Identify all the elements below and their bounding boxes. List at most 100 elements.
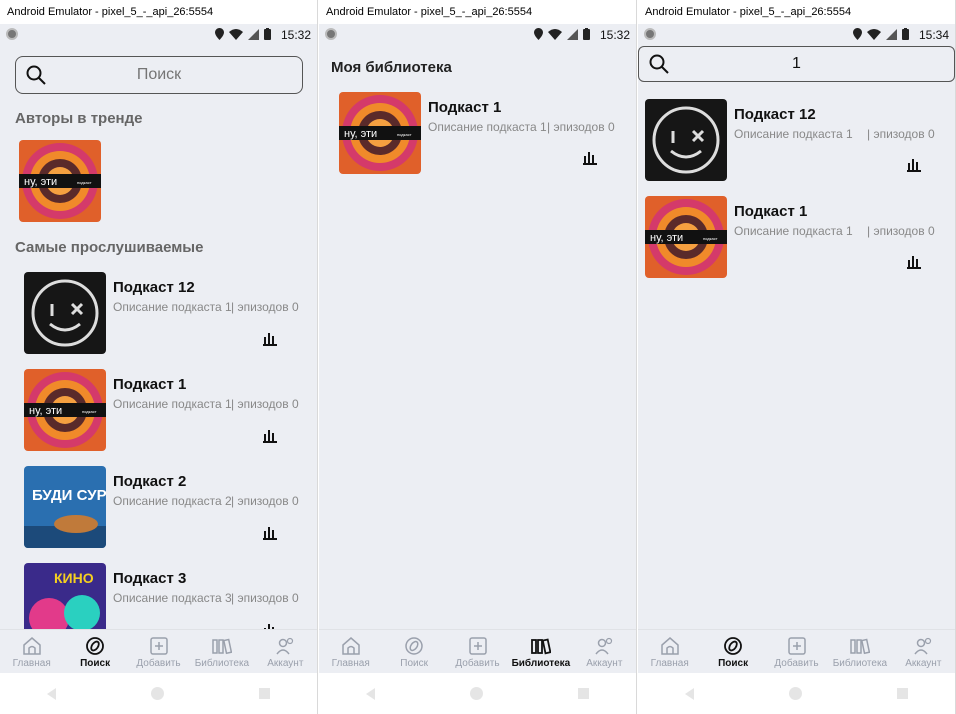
tab-account-label: Аккаунт (267, 658, 304, 669)
back-icon[interactable] (685, 687, 695, 700)
list-item[interactable]: Подкаст 12 Описание подкаста 1 | эпизодо… (0, 272, 317, 362)
item-description: Описание подкаста 1 (428, 120, 547, 134)
item-title: Подкаст 12 (113, 279, 195, 296)
tab-search-label: Поиск (718, 658, 749, 669)
search-input[interactable] (639, 47, 954, 81)
location-icon (853, 28, 862, 43)
window-title: Android Emulator - pixel_5_-_api_26:5554 (319, 0, 636, 24)
status-bar: 15:34 (638, 24, 955, 45)
account-icon (276, 637, 294, 655)
tab-add-label: Добавить (774, 658, 819, 669)
tab-account[interactable]: Аккаунт (573, 630, 636, 673)
item-episodes: | эпизодов 0 (547, 120, 615, 134)
tab-account[interactable]: Аккаунт (254, 630, 317, 673)
tab-add[interactable]: Добавить (446, 630, 509, 673)
window-title: Android Emulator - pixel_5_-_api_26:5554 (0, 0, 317, 24)
list-item[interactable]: ну, эти подкаст Подкаст 1 Описание подкас… (638, 196, 955, 286)
item-description: Описание подкаста 1 (113, 397, 232, 411)
search-field[interactable] (638, 46, 955, 82)
status-time: 15:32 (280, 28, 311, 42)
account-icon (914, 637, 932, 655)
tab-home-label: Главная (331, 658, 370, 669)
home-icon (341, 637, 360, 655)
item-description: Описание подкаста 1 (734, 127, 853, 141)
back-icon[interactable] (47, 687, 57, 700)
emulator-window-1: Android Emulator - pixel_5_-_api_26:5554… (0, 0, 318, 714)
list-item[interactable]: Подкаст 12 Описание подкаста 1 | эпизодо… (638, 99, 955, 189)
list-item[interactable]: ну, эти подкаст Подкаст 1 Описание подкас… (0, 369, 317, 459)
tab-search[interactable]: Поиск (63, 630, 126, 673)
recents-icon[interactable] (577, 688, 589, 699)
bottom-navigation: Главная Поиск Добавить Библиотека Аккаун… (638, 629, 955, 673)
cover-text: ну, эти (24, 176, 57, 188)
library-icon (850, 638, 870, 655)
list-item[interactable]: БУДИ СУРКА Подкаст 2 Описание подкаста 2… (0, 466, 317, 556)
wifi-icon (867, 28, 881, 43)
item-description: Описание подкаста 2 (113, 494, 232, 508)
discover-icon (86, 637, 105, 655)
tab-home[interactable]: Главная (0, 630, 63, 673)
tab-home-label: Главная (12, 658, 51, 669)
tab-library[interactable]: Библиотека (509, 630, 572, 673)
tab-library[interactable]: Библиотека (190, 630, 253, 673)
tab-library[interactable]: Библиотека (828, 630, 891, 673)
library-icon (531, 638, 551, 655)
tab-search[interactable]: Поиск (701, 630, 764, 673)
back-icon[interactable] (366, 687, 376, 700)
account-icon (595, 637, 613, 655)
cover-small-text: подкаст (77, 180, 92, 185)
popular-heading: Самые прослушиваемые (15, 239, 204, 256)
battery-icon (583, 28, 590, 43)
item-episodes: | эпизодов 0 (231, 397, 299, 411)
recents-icon[interactable] (258, 688, 270, 699)
tab-add-label: Добавить (136, 658, 181, 669)
stats-icon[interactable] (907, 255, 921, 269)
list-item[interactable]: ну, эти подкаст Подкаст 1 Описание подкас… (319, 92, 636, 182)
item-description: Описание подкаста 3 (113, 591, 232, 605)
item-title: Подкаст 1 (734, 203, 808, 220)
tab-search-label: Поиск (400, 658, 428, 669)
tab-search-label: Поиск (80, 658, 111, 669)
library-icon (212, 638, 232, 655)
home-icon (22, 637, 41, 655)
home-button-icon[interactable] (788, 687, 802, 700)
trending-author-cover[interactable]: ну, эти подкаст (19, 140, 101, 222)
recents-icon[interactable] (896, 688, 908, 699)
home-button-icon[interactable] (469, 687, 483, 700)
stats-icon[interactable] (583, 151, 597, 165)
swirl-cover: ну, эти подкаст (645, 196, 727, 278)
home-button-icon[interactable] (150, 687, 164, 700)
notification-dot-icon (325, 28, 337, 40)
system-navigation (638, 673, 955, 714)
battery-icon (902, 28, 909, 43)
tab-home[interactable]: Главная (319, 630, 382, 673)
cover-text: БУДИ СУРКА (32, 487, 106, 504)
notification-dot-icon (644, 28, 656, 40)
search-icon (26, 65, 46, 90)
stats-icon[interactable] (907, 158, 921, 172)
trending-heading: Авторы в тренде (15, 110, 143, 127)
item-description: Описание подкаста 1 (734, 224, 853, 238)
tab-add[interactable]: Добавить (127, 630, 190, 673)
item-description: Описание подкаста 1 (113, 300, 232, 314)
notification-dot-icon (6, 28, 18, 40)
status-bar: 15:32 (0, 24, 317, 45)
tab-search[interactable]: Поиск (382, 630, 445, 673)
swirl-cover: ну, эти подкаст (339, 92, 421, 174)
emulator-window-2: Android Emulator - pixel_5_-_api_26:5554… (319, 0, 637, 714)
item-title: Подкаст 3 (113, 570, 187, 587)
stats-icon[interactable] (263, 526, 277, 540)
tab-home[interactable]: Главная (638, 630, 701, 673)
search-input[interactable] (16, 57, 302, 93)
search-field[interactable] (15, 56, 303, 94)
stats-icon[interactable] (263, 332, 277, 346)
item-episodes: | эпизодов 0 (867, 127, 935, 141)
status-bar: 15:32 (319, 24, 636, 45)
stats-icon[interactable] (263, 429, 277, 443)
cover-text: ну, эти (344, 128, 377, 140)
tab-add[interactable]: Добавить (765, 630, 828, 673)
tab-account[interactable]: Аккаунт (892, 630, 955, 673)
item-title: Подкаст 1 (428, 99, 502, 116)
tab-account-label: Аккаунт (586, 658, 623, 669)
status-icons (853, 28, 909, 43)
